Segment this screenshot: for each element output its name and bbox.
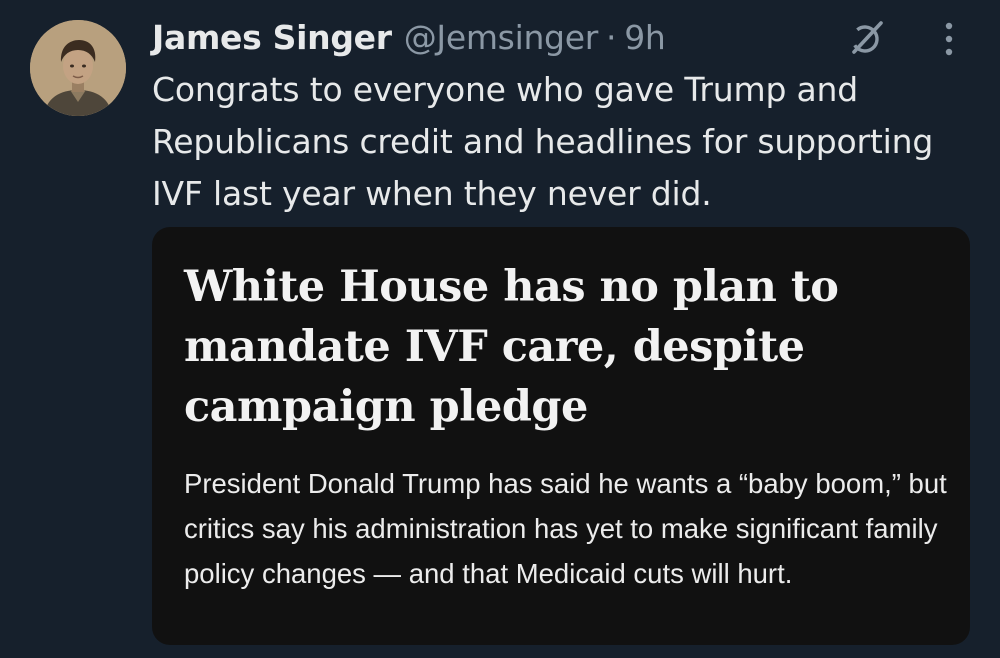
- card-headline: White House has no plan to mandate IVF c…: [184, 262, 839, 432]
- card-summary: President Donald Trump has said he wants…: [184, 468, 947, 589]
- avatar[interactable]: [30, 20, 126, 116]
- grok-icon[interactable]: [848, 18, 886, 56]
- avatar-photo: [30, 20, 126, 116]
- tweet[interactable]: James Singer @Jemsinger · 9h Congrats to…: [0, 0, 1000, 658]
- author-display-name[interactable]: James Singer: [152, 18, 392, 57]
- author-handle[interactable]: @Jemsinger: [404, 18, 599, 57]
- tweet-timestamp[interactable]: 9h: [624, 18, 666, 57]
- tweet-text: Congrats to everyone who gave Trump and …: [152, 70, 934, 213]
- header-separator: ·: [605, 17, 617, 57]
- tweet-header: James Singer @Jemsinger · 9h: [152, 14, 666, 60]
- more-options-icon[interactable]: [934, 20, 964, 58]
- link-card[interactable]: White House has no plan to mandate IVF c…: [152, 227, 970, 645]
